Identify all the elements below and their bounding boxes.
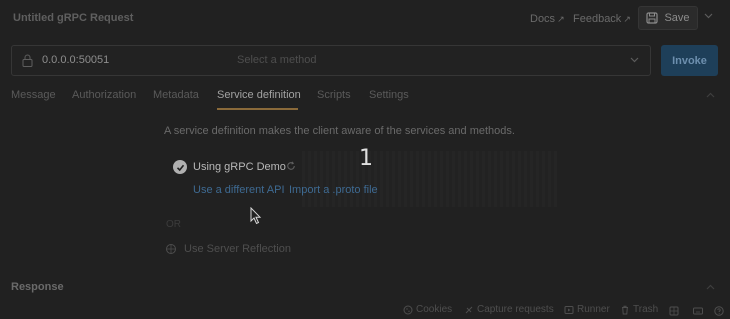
feedback-link[interactable]: Feedback ↗ (573, 13, 631, 25)
lock-icon[interactable] (22, 54, 33, 67)
save-options-chevron-down-icon[interactable] (702, 11, 714, 25)
url-input[interactable]: 0.0.0.0:50051 (42, 54, 109, 66)
tab-authorization[interactable]: Authorization (72, 89, 136, 101)
use-server-reflection-option[interactable]: Use Server Reflection (184, 243, 291, 255)
docs-label: Docs (530, 13, 556, 25)
tab-service-definition[interactable]: Service definition (217, 89, 301, 101)
active-tab-indicator (217, 108, 298, 110)
tab-settings[interactable]: Settings (369, 89, 409, 101)
response-section-title[interactable]: Response (11, 281, 64, 293)
keyboard-icon[interactable] (693, 306, 703, 316)
satellite-icon (465, 306, 473, 313)
trash-icon (622, 305, 628, 314)
cookie-icon (403, 305, 413, 314)
capture-requests-label: Capture requests (477, 304, 554, 315)
cookies-label: Cookies (416, 304, 453, 315)
or-divider-label: OR (166, 219, 181, 230)
refresh-icon[interactable] (286, 161, 296, 174)
import-proto-link[interactable]: Import a .proto file (289, 184, 378, 196)
check-circle-icon (173, 160, 187, 174)
capture-requests-button[interactable]: Capture requests (464, 304, 554, 315)
external-arrow-icon: ↗ (623, 13, 631, 24)
url-bar: 0.0.0.0:50051 Select a method (11, 45, 651, 76)
collapse-response-chevron-up-icon[interactable] (706, 283, 715, 294)
server-icon (166, 244, 176, 254)
mouse-pointer-icon (250, 207, 262, 225)
tab-scripts[interactable]: Scripts (317, 89, 351, 101)
save-button[interactable]: Save (638, 6, 698, 30)
tab-metadata[interactable]: Metadata (153, 89, 199, 101)
cookies-button[interactable]: Cookies (403, 304, 452, 315)
layout-icon[interactable] (669, 306, 679, 316)
method-chevron-down-icon[interactable] (630, 55, 639, 67)
runner-label: Runner (577, 304, 610, 315)
collapse-request-chevron-up-icon[interactable] (706, 91, 715, 102)
docs-link[interactable]: Docs ↗ (530, 13, 565, 25)
method-select[interactable]: Select a method (237, 54, 317, 66)
service-definition-description: A service definition makes the client aw… (164, 125, 515, 137)
use-different-api-link[interactable]: Use a different API (193, 184, 285, 196)
runner-icon (564, 305, 574, 314)
save-icon (646, 12, 659, 24)
step-number: 1 (359, 146, 373, 171)
runner-button[interactable]: Runner (564, 304, 610, 315)
trash-label: Trash (633, 304, 659, 315)
feedback-label: Feedback (573, 13, 622, 25)
tab-message[interactable]: Message (11, 89, 56, 101)
trash-button[interactable]: Trash (620, 304, 658, 315)
save-label: Save (664, 12, 690, 24)
highlight-overlay (302, 151, 557, 207)
invoke-button[interactable]: Invoke (661, 45, 718, 76)
external-arrow-icon: ↗ (557, 13, 565, 24)
help-icon[interactable] (714, 306, 724, 316)
request-title[interactable]: Untitled gRPC Request (13, 12, 133, 24)
using-grpc-demo-label: Using gRPC Demo (193, 161, 286, 173)
